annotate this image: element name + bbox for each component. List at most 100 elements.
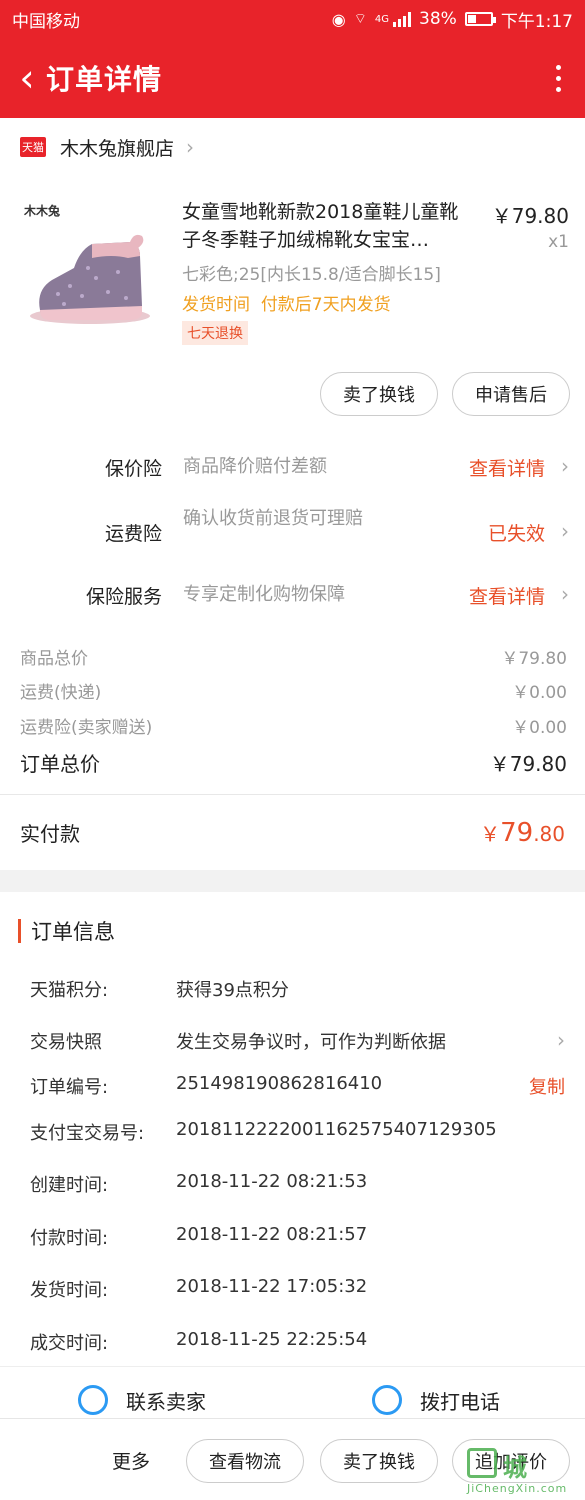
info-key: 交易快照 [30, 1032, 102, 1053]
sell-exchange-button[interactable]: 卖了换钱 [320, 372, 438, 416]
product-quantity: x1 [548, 232, 569, 252]
cost-row: 运费险(卖家赠送) ￥0.00 [20, 713, 567, 738]
call-label: 拨打电话 [420, 1389, 500, 1414]
cost-value: ￥79.80 [489, 752, 567, 776]
store-row[interactable]: 天猫 木木兔旗舰店 › [0, 118, 585, 176]
info-key: 天猫积分: [30, 980, 109, 1001]
network-type: 4G [374, 13, 390, 25]
chevron-right-icon: › [186, 135, 195, 159]
cost-label: 商品总价 [20, 649, 88, 669]
carrier-label: 中国移动 [12, 11, 80, 32]
watermark-logo: 城 JiChengXin.com [467, 1444, 579, 1496]
view-logistics-button[interactable]: 查看物流 [186, 1439, 304, 1483]
info-value: 2018112222001162575407129305 [176, 1119, 497, 1140]
header-bar: 中国移动 ◉ ⌔ 4G 38% 下午1:17 ‹ 订单详情 [0, 0, 585, 118]
product-image[interactable]: 木木兔 [18, 198, 158, 338]
after-sale-button[interactable]: 申请售后 [452, 372, 570, 416]
item-actions: 卖了换钱 申请售后 [0, 356, 585, 434]
insurance-label: 保价险 [104, 458, 162, 480]
signal-icon [393, 11, 412, 27]
insurance-action[interactable]: 查看详情 [469, 454, 545, 481]
order-info-section: 订单信息 天猫积分: 获得39点积分 交易快照 发生交易争议时，可作为判断依据 … [0, 892, 585, 1366]
cost-label: 运费险(卖家赠送) [20, 718, 153, 738]
paid-amount: ￥79.80 [480, 818, 565, 848]
chat-face-icon [78, 1385, 108, 1415]
info-key: 支付宝交易号: [30, 1123, 145, 1144]
insurance-label: 运费险 [104, 523, 162, 545]
watermark-box-icon [467, 1448, 497, 1478]
contact-seller-label: 联系卖家 [126, 1389, 206, 1414]
clock: 下午1:17 [500, 11, 573, 32]
insurance-action[interactable]: 已失效 [488, 519, 545, 546]
info-key: 订单编号: [30, 1077, 109, 1098]
watermark-url: JiChengXin.com [467, 1482, 568, 1495]
insurance-label: 保险服务 [85, 586, 162, 608]
heading-accent-bar [18, 919, 21, 943]
seven-day-return-badge: 七天退换 [182, 321, 248, 345]
more-options-icon[interactable] [543, 58, 573, 98]
product-sku: 七彩色;25[内长15.8/适合脚长15] [182, 265, 441, 285]
info-key: 发货时间: [30, 1280, 109, 1301]
insurance-desc: 专享定制化购物保障 [183, 584, 345, 605]
more-button[interactable]: 更多 [112, 1447, 150, 1474]
info-key: 创建时间: [30, 1175, 109, 1196]
call-button[interactable]: 拨打电话 [372, 1385, 500, 1415]
cost-value: ￥79.80 [501, 649, 567, 669]
title-bar: ‹ 订单详情 [0, 38, 585, 118]
phone-icon [372, 1385, 402, 1415]
insurance-desc: 商品降价赔付差额 [183, 456, 327, 477]
cost-row: 运费(快递) ￥0.00 [20, 678, 567, 703]
status-bar: 中国移动 ◉ ⌔ 4G 38% 下午1:17 [0, 0, 585, 38]
shipping-time-label: 发货时间 [182, 295, 250, 315]
info-value: 2018-11-22 17:05:32 [176, 1276, 368, 1297]
product-price: ￥79.80 [491, 204, 569, 228]
info-value: 2018-11-22 08:21:57 [176, 1224, 368, 1245]
info-key: 付款时间: [30, 1228, 109, 1249]
paid-decimal: .80 [533, 821, 565, 846]
battery-icon [464, 12, 496, 26]
cost-value: ￥0.00 [512, 683, 567, 703]
insurance-row-price[interactable]: 保价险 商品降价赔付差额 查看详情 › [0, 454, 585, 504]
info-key: 成交时间: [30, 1333, 109, 1354]
info-value: 发生交易争议时，可作为判断依据 [176, 1032, 446, 1053]
cost-summary: 商品总价 ￥79.80 运费(快递) ￥0.00 运费险(卖家赠送) ￥0.00… [0, 630, 585, 794]
wifi-icon: ⌔ [353, 11, 367, 27]
info-value: 251498190862816410 [176, 1073, 383, 1094]
insurance-action[interactable]: 查看详情 [469, 582, 545, 609]
product-item[interactable]: 木木兔 女童雪地靴新款2018童鞋儿童靴子冬季鞋子加绒棉靴女宝宝… ￥79.80… [0, 176, 585, 356]
order-info-title: 订单信息 [31, 920, 115, 944]
contact-bar: 联系卖家 拨打电话 [0, 1366, 585, 1418]
info-value: 获得39点积分 [176, 980, 289, 1001]
product-title[interactable]: 女童雪地靴新款2018童鞋儿童靴子冬季鞋子加绒棉靴女宝宝… [182, 198, 477, 254]
eye-icon: ◉ [331, 9, 346, 29]
store-name: 木木兔旗舰店 [60, 137, 175, 160]
order-total-row: 订单总价 ￥79.80 [20, 748, 567, 777]
back-icon[interactable]: ‹ [12, 58, 42, 98]
chevron-right-icon: › [561, 582, 569, 606]
shipping-time: 发货时间 付款后7天内发货 [182, 290, 391, 315]
boot-icon [30, 234, 150, 324]
insurance-section: 保价险 商品降价赔付差额 查看详情 › 运费险 确认收货前退货可理赔 已失效 ›… [0, 434, 585, 630]
watermark-text: 城 [503, 1454, 527, 1482]
cost-label: 订单总价 [20, 752, 100, 776]
cost-value: ￥0.00 [512, 718, 567, 738]
info-value: 2018-11-25 22:25:54 [176, 1329, 368, 1350]
chevron-right-icon: › [561, 519, 569, 543]
tmall-badge: 天猫 [20, 137, 46, 157]
chevron-right-icon: › [561, 454, 569, 478]
sell-exchange-button-bottom[interactable]: 卖了换钱 [320, 1439, 438, 1483]
paid-integer: 79 [500, 817, 534, 848]
brand-label: 木木兔 [24, 204, 61, 218]
paid-label: 实付款 [20, 822, 80, 846]
page-title: 订单详情 [46, 63, 163, 96]
contact-seller-button[interactable]: 联系卖家 [78, 1385, 206, 1415]
cost-label: 运费(快递) [20, 683, 102, 703]
insurance-row-service[interactable]: 保险服务 专享定制化购物保障 查看详情 › [0, 582, 585, 622]
chevron-right-icon: › [557, 1028, 565, 1052]
copy-button[interactable]: 复制 [529, 1073, 565, 1099]
paid-symbol: ￥ [480, 821, 501, 846]
order-info-heading: 订单信息 [18, 916, 115, 946]
insurance-row-shipping[interactable]: 运费险 确认收货前退货可理赔 已失效 › [0, 506, 585, 566]
battery-percent: 38% [419, 9, 457, 29]
shipping-time-value: 付款后7天内发货 [260, 295, 391, 315]
